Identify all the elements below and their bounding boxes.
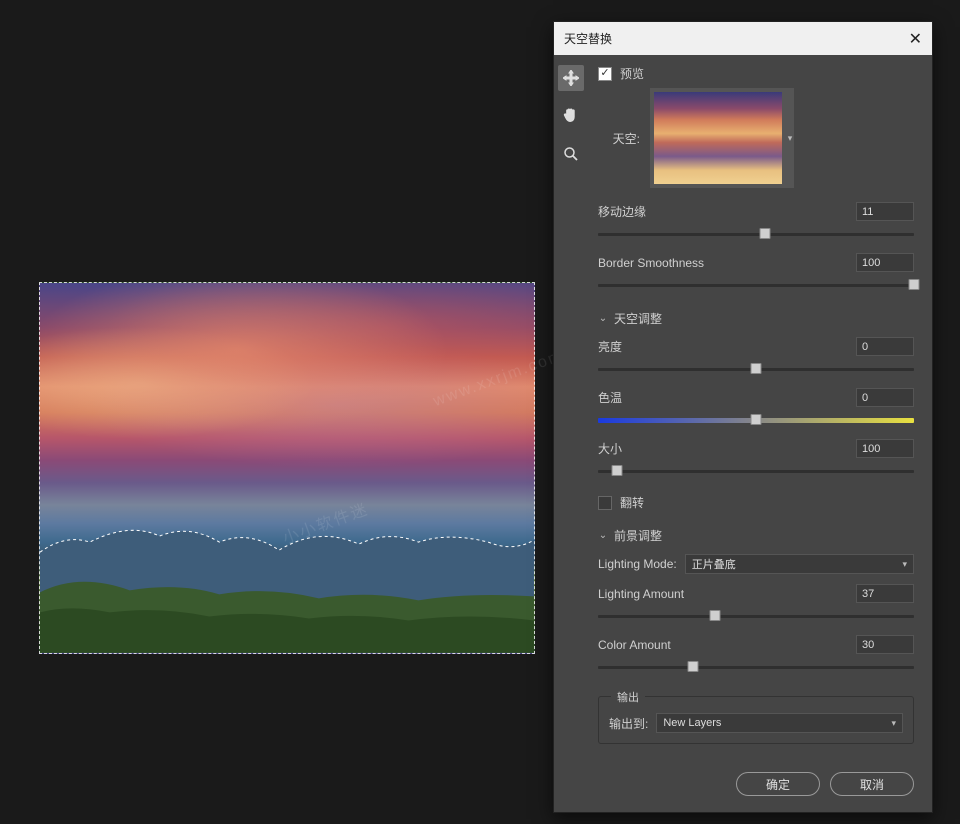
chevron-down-icon: ▾ xyxy=(891,718,896,729)
size-label: 大小 xyxy=(598,440,856,457)
canvas-preview[interactable] xyxy=(39,282,535,654)
chevron-down-icon: ⌄ xyxy=(598,530,608,541)
dialog-footer: 确定 取消 xyxy=(554,758,932,812)
dialog-content: 预览 天空: ▾ 移动边缘 11 Border Smoothness xyxy=(588,55,932,758)
move-edge-label: 移动边缘 xyxy=(598,203,856,220)
output-to-select[interactable]: New Layers ▾ xyxy=(656,713,903,733)
flip-checkbox[interactable] xyxy=(598,496,612,510)
ok-button[interactable]: 确定 xyxy=(736,772,820,796)
temperature-field[interactable]: 0 xyxy=(856,388,914,407)
fg-adjust-header[interactable]: ⌄ 前景调整 xyxy=(598,527,914,544)
color-amount-field[interactable]: 30 xyxy=(856,635,914,654)
foreground-mountains xyxy=(40,512,534,653)
brightness-field[interactable]: 0 xyxy=(856,337,914,356)
brightness-slider[interactable] xyxy=(598,360,914,378)
lighting-mode-value: 正片叠底 xyxy=(692,556,736,572)
sky-clouds xyxy=(40,283,534,505)
lighting-mode-select[interactable]: 正片叠底 ▾ xyxy=(685,554,914,574)
hand-tool-button[interactable] xyxy=(558,103,584,129)
sky-adjust-title: 天空调整 xyxy=(614,310,662,327)
move-edge-slider[interactable] xyxy=(598,225,914,243)
chevron-down-icon: ⌄ xyxy=(598,313,608,324)
zoom-tool-button[interactable] xyxy=(558,141,584,167)
preview-checkbox[interactable] xyxy=(598,67,612,81)
output-to-value: New Layers xyxy=(663,717,721,729)
fg-adjust-title: 前景调整 xyxy=(614,527,662,544)
brightness-label: 亮度 xyxy=(598,338,856,355)
border-smoothness-field[interactable]: 100 xyxy=(856,253,914,272)
move-tool-button[interactable] xyxy=(558,65,584,91)
border-smoothness-slider[interactable] xyxy=(598,276,914,294)
temperature-slider[interactable] xyxy=(598,411,914,429)
temperature-label: 色温 xyxy=(598,389,856,406)
color-amount-slider[interactable] xyxy=(598,658,914,676)
cancel-button[interactable]: 取消 xyxy=(830,772,914,796)
output-to-label: 输出到: xyxy=(609,715,648,732)
move-icon xyxy=(563,70,579,86)
dialog-titlebar[interactable]: 天空替换 ✕ xyxy=(554,22,932,55)
close-icon[interactable]: ✕ xyxy=(909,29,922,49)
lighting-amount-field[interactable]: 37 xyxy=(856,584,914,603)
size-field[interactable]: 100 xyxy=(856,439,914,458)
dialog-title: 天空替换 xyxy=(564,30,612,47)
border-smoothness-label: Border Smoothness xyxy=(598,256,856,270)
lighting-amount-slider[interactable] xyxy=(598,607,914,625)
tool-column xyxy=(554,55,588,758)
sky-preset-selector[interactable]: ▾ xyxy=(650,88,786,188)
sky-label: 天空: xyxy=(598,130,640,147)
sky-adjust-header[interactable]: ⌄ 天空调整 xyxy=(598,310,914,327)
preview-label: 预览 xyxy=(620,65,644,82)
hand-icon xyxy=(563,108,579,124)
lighting-mode-label: Lighting Mode: xyxy=(598,557,677,571)
output-section: 输出 输出到: New Layers ▾ xyxy=(598,696,914,744)
zoom-icon xyxy=(563,146,579,162)
output-legend: 输出 xyxy=(611,689,645,705)
chevron-down-icon[interactable]: ▾ xyxy=(786,88,794,188)
sky-thumbnail xyxy=(654,92,782,184)
sky-replace-dialog: 天空替换 ✕ 预览 天空: ▾ xyxy=(553,21,933,813)
chevron-down-icon: ▾ xyxy=(902,559,907,570)
flip-label: 翻转 xyxy=(620,494,644,511)
size-slider[interactable] xyxy=(598,462,914,480)
move-edge-field[interactable]: 11 xyxy=(856,202,914,221)
lighting-amount-label: Lighting Amount xyxy=(598,587,856,601)
color-amount-label: Color Amount xyxy=(598,638,856,652)
